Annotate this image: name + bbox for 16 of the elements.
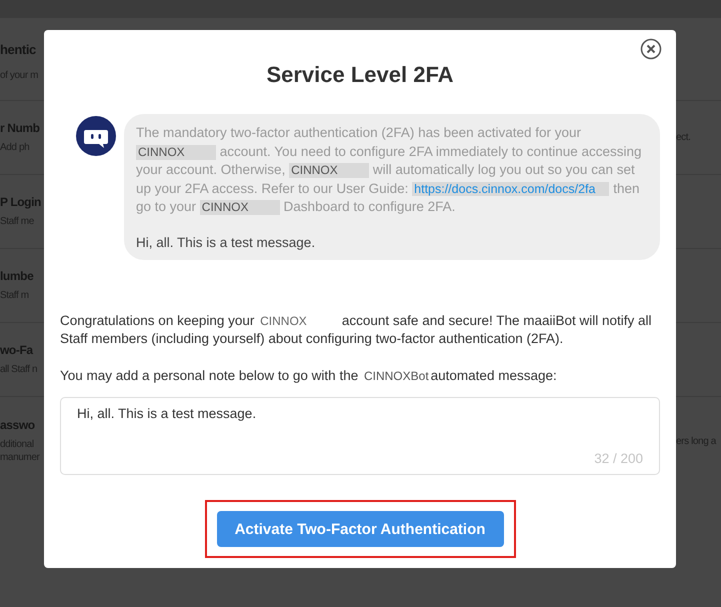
activate-button[interactable]: Activate Two-Factor Authentication — [216, 511, 504, 547]
redacted-name: CINNOX — [136, 144, 216, 160]
note-field[interactable]: Hi, all. This is a test message. 32 / 200 — [60, 397, 660, 475]
redacted-name: CINNOX — [259, 314, 308, 328]
dialog-title: Service Level 2FA — [265, 61, 455, 88]
bot-avatar-icon — [76, 116, 116, 156]
redacted-name: CINNOX — [289, 163, 370, 178]
prompt-text: You may add a personal note below to go with the CINNOXBotautomated message: — [60, 366, 558, 385]
close-icon[interactable] — [640, 38, 662, 60]
intro-text: Congratulations on keeping your CINNOX account safe and secure! The maaiiBot will notify all Staff members (including yourself) about configuring two-factor authentication (2FA). — [60, 312, 653, 348]
character-counter: 32 / 200 — [594, 451, 643, 466]
redacted-name: CINNOX — [200, 200, 280, 215]
bot-message-text: The mandatory two-factor authentication (2FA) has been activated for your CINNOX account. You need to configure 2FA immediately to continue accessing your account. Otherwise, CINNOX will automatically log you out so you can set up your 2FA access. Refer to our User Guide: https://docs.cinnox.com/docs/2fa then go to your CINNOX Dashboard to configure 2FA. — [136, 124, 643, 216]
bot-message-note: Hi, all. This is a test message. — [136, 234, 316, 250]
guide-link[interactable]: https://docs.cinnox.com/docs/2fa — [412, 182, 610, 196]
redacted-name: CINNOXBot — [362, 368, 430, 384]
